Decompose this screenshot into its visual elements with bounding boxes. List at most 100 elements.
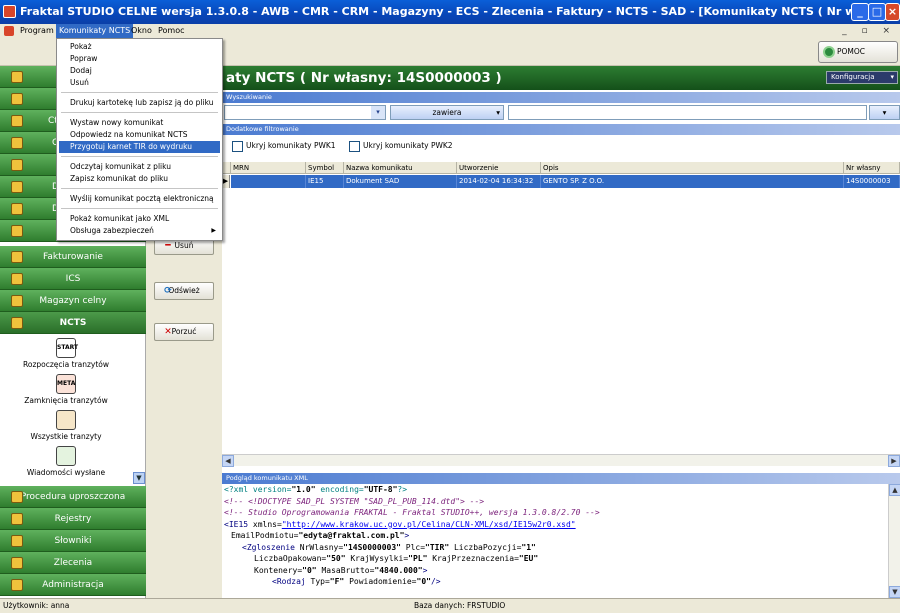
status-bar: Użytkownik: anna Baza danych: FRSTUDIO bbox=[0, 598, 900, 613]
minus-icon: ━ bbox=[165, 241, 171, 251]
menu-item-wyslij[interactable]: Wyślij komunikat pocztą elektroniczną bbox=[59, 193, 220, 205]
filter-section-bar: Dodatkowe filtrowanie bbox=[222, 124, 900, 135]
invoice-icon bbox=[11, 251, 23, 263]
mdi-window-controls[interactable]: _ ▫ × bbox=[842, 24, 896, 38]
remote-help-button[interactable]: POMOC ZDALNA bbox=[818, 41, 898, 76]
module-icon bbox=[11, 93, 23, 105]
submenu-arrow-icon: ▶ bbox=[211, 227, 216, 234]
chevron-down-icon: ▾ bbox=[371, 106, 385, 119]
search-field-select[interactable]: ▾ bbox=[224, 105, 386, 120]
menu-item-pokaz[interactable]: Pokaż bbox=[59, 41, 220, 53]
discard-button[interactable]: ✕ Porzuć bbox=[154, 323, 214, 341]
xml-preview: <?xml version="1.0" encoding="UTF-8"?> <!… bbox=[222, 484, 888, 598]
module-icon bbox=[11, 159, 23, 171]
menu-item-zabezpieczenia[interactable]: Obsługa zabezpieczeń ▶ bbox=[59, 225, 220, 237]
messages-grid bbox=[222, 162, 900, 462]
grid-horizontal-scrollbar[interactable]: ◀ ▶ bbox=[222, 454, 900, 467]
maximize-icon[interactable]: □ bbox=[868, 3, 886, 21]
menu-separator bbox=[61, 92, 218, 93]
scroll-down-icon[interactable]: ▼ bbox=[889, 586, 900, 598]
menu-pomoc[interactable]: Pomoc bbox=[155, 24, 188, 38]
menu-item-odczytaj[interactable]: Odczytaj komunikat z pliku bbox=[59, 161, 220, 173]
menu-item-usun[interactable]: Usuń bbox=[59, 77, 220, 89]
menu-item-drukuj[interactable]: Drukuj kartotekę lub zapisz ją do pliku bbox=[59, 97, 220, 109]
config-dropdown[interactable]: Konfiguracja ▾ bbox=[826, 71, 898, 84]
task-rozpoczecia-tranzytow[interactable]: START Rozpoczęcia tranzytów bbox=[0, 338, 132, 369]
column-header-utworzenie[interactable]: Utworzenie bbox=[457, 162, 541, 174]
column-header-mrn[interactable]: MRN bbox=[231, 162, 306, 174]
sidebar-item-rejestry[interactable]: Rejestry bbox=[0, 508, 146, 530]
envelope-icon bbox=[56, 446, 76, 466]
sidebar-item-ncts[interactable]: NCTS bbox=[0, 312, 146, 334]
hide-pwk2-checkbox[interactable]: Ukryj komunikaty PWK2 bbox=[349, 140, 453, 152]
start-flag-icon: START bbox=[56, 338, 78, 358]
menu-item-wystaw[interactable]: Wystaw nowy komunikat bbox=[59, 117, 220, 129]
warehouse-icon bbox=[11, 295, 23, 307]
refresh-button[interactable]: ⟳ Odśwież bbox=[154, 282, 214, 300]
sidebar-item-ics[interactable]: ICS bbox=[0, 268, 146, 290]
table-cell-nazwa[interactable]: Dokument SAD bbox=[344, 175, 457, 188]
menu-item-xml[interactable]: Pokaż komunikat jako XML bbox=[59, 213, 220, 225]
column-header-symbol[interactable]: Symbol bbox=[306, 162, 344, 174]
window-title: Fraktal STUDIO CELNE wersja 1.3.0.8 - AW… bbox=[0, 0, 900, 24]
task-wiadomosci-wyslane[interactable]: Wiadomości wysłane bbox=[0, 446, 132, 477]
close-icon[interactable]: × bbox=[885, 3, 900, 21]
menu-item-zapisz[interactable]: Zapisz komunikat do pliku bbox=[59, 173, 220, 185]
menu-item-popraw[interactable]: Popraw bbox=[59, 53, 220, 65]
chevron-down-icon: ▾ bbox=[882, 108, 887, 117]
scroll-up-icon[interactable]: ▲ bbox=[889, 484, 900, 496]
table-cell-utworzenie[interactable]: 2014-02-04 16:34:32 bbox=[457, 175, 541, 188]
sidebar-item-administracja[interactable]: Administracja bbox=[0, 574, 146, 596]
column-header-opis[interactable]: Opis bbox=[541, 162, 844, 174]
task-wszystkie-tranzyty[interactable]: Wszystkie tranzyty bbox=[0, 410, 132, 441]
search-options-button[interactable]: ▾ bbox=[869, 105, 900, 120]
refresh-icon: ⟳ bbox=[164, 286, 172, 296]
column-header-nazwa[interactable]: Nazwa komunikatu bbox=[344, 162, 457, 174]
table-cell-nr-wlasny[interactable]: 14S0000003 bbox=[844, 175, 900, 188]
search-mode-select[interactable]: zawiera ▾ bbox=[390, 105, 504, 120]
scroll-right-icon[interactable]: ▶ bbox=[888, 455, 900, 467]
table-cell-symbol[interactable]: IE15 bbox=[306, 175, 344, 188]
page-title: aty NCTS ( Nr własny: 14S0000003 ) bbox=[222, 66, 900, 90]
sidebar-item-zlecenia[interactable]: Zlecenia bbox=[0, 552, 146, 574]
minimize-icon[interactable]: _ bbox=[851, 3, 869, 21]
module-icon bbox=[11, 115, 23, 127]
menu-okno[interactable]: Okno bbox=[128, 24, 155, 38]
hide-pwk1-checkbox[interactable]: Ukryj komunikaty PWK1 bbox=[232, 140, 336, 152]
scroll-left-icon[interactable]: ◀ bbox=[222, 455, 234, 467]
menu-komunikaty-ncts[interactable]: Komunikaty NCTS bbox=[56, 24, 134, 38]
transit-icon bbox=[56, 410, 76, 430]
grid-corner bbox=[222, 162, 231, 174]
sidebar-item-slowniki[interactable]: Słowniki bbox=[0, 530, 146, 552]
lifebuoy-icon bbox=[823, 46, 835, 58]
procedure-icon bbox=[11, 491, 23, 503]
menu-item-dodaj[interactable]: Dodaj bbox=[59, 65, 220, 77]
sidebar-item-fakturowanie[interactable]: Fakturowanie bbox=[0, 246, 146, 268]
row-indicator-arrow: ▶ bbox=[222, 175, 230, 188]
menu-item-odpowiedz[interactable]: Odpowiedz na komunikat NCTS bbox=[59, 129, 220, 141]
search-section-bar: Wyszukiwanie bbox=[222, 92, 900, 103]
menu-separator bbox=[61, 112, 218, 113]
module-icon bbox=[11, 203, 23, 215]
table-cell-opis[interactable]: GENTO SP. Z O.O. bbox=[541, 175, 844, 188]
table-cell-mrn[interactable] bbox=[231, 175, 306, 188]
menu-program[interactable]: Program bbox=[17, 24, 57, 38]
module-icon bbox=[11, 181, 23, 193]
sidebar-item-magazyn-celny[interactable]: Magazyn celny bbox=[0, 290, 146, 312]
xml-vertical-scrollbar[interactable]: ▲ ▼ bbox=[888, 484, 900, 598]
menu-item-karnet-tir[interactable]: Przygotuj karnet TIR do wydruku bbox=[59, 141, 220, 153]
task-zamkniecia-tranzytow[interactable]: META Zamknięcia tranzytów bbox=[0, 374, 132, 405]
status-user: Użytkownik: anna bbox=[3, 601, 70, 610]
menubar: Program Komunikaty NCTS Okno Pomoc bbox=[0, 24, 900, 38]
chevron-down-icon: ▾ bbox=[496, 108, 500, 117]
menu-separator bbox=[61, 188, 218, 189]
search-input[interactable] bbox=[508, 105, 867, 120]
dictionary-icon bbox=[11, 535, 23, 547]
close-x-icon: ✕ bbox=[164, 327, 172, 337]
chevron-down-icon[interactable]: ▼ bbox=[133, 472, 145, 484]
admin-icon bbox=[11, 579, 23, 591]
sidebar-item-procedura-uproszczona[interactable]: Procedura uproszczona bbox=[0, 486, 146, 508]
column-header-nr-wlasny[interactable]: Nr własny bbox=[844, 162, 900, 174]
komunikaty-ncts-menu: Pokaż Popraw Dodaj Usuń Drukuj kartotekę… bbox=[56, 38, 223, 241]
ics-icon bbox=[11, 273, 23, 285]
